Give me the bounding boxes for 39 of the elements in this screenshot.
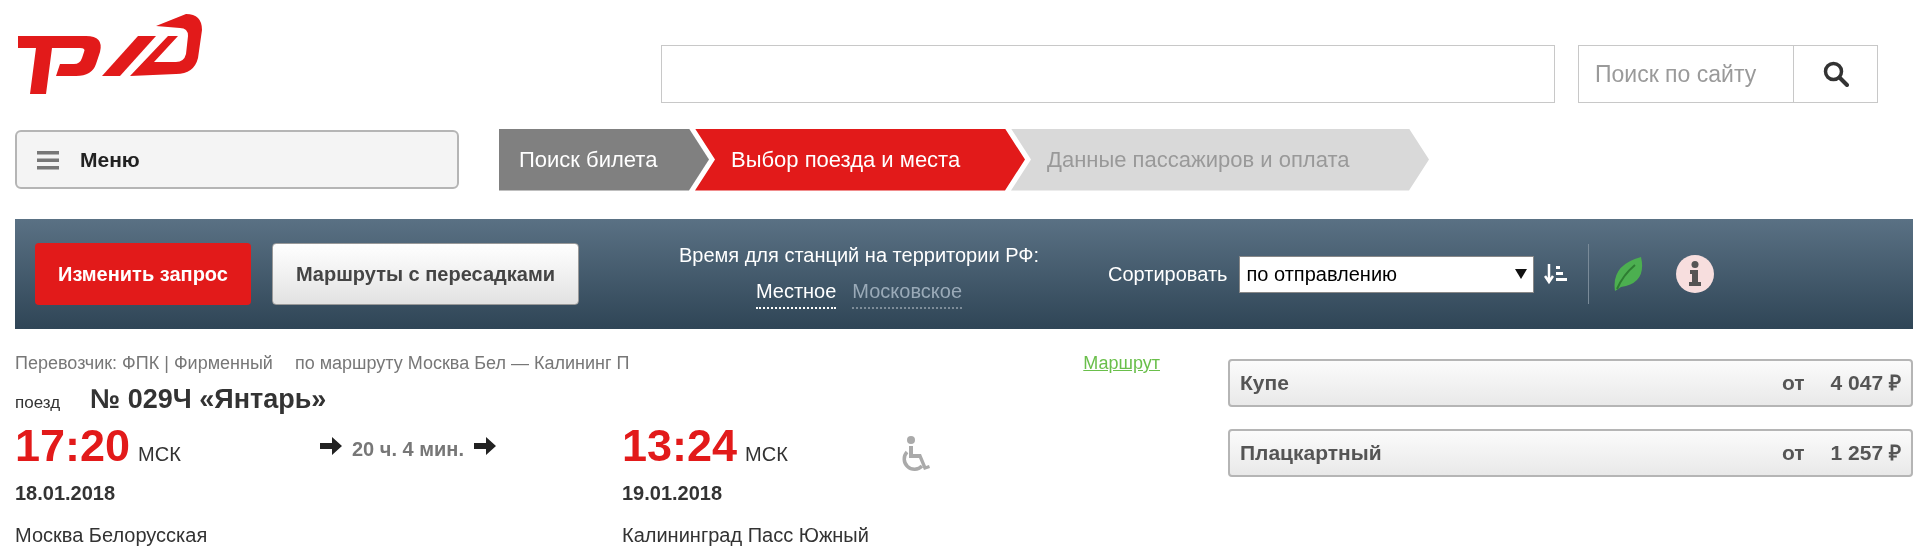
sort-select[interactable]: по отправлению	[1239, 255, 1535, 293]
time-text: 13:24	[622, 419, 738, 472]
fare-card[interactable]: Плацкартный от 1 257 ₽	[1228, 429, 1913, 477]
price-prefix: от	[1782, 440, 1805, 467]
station-text: Калининград Пасс Южный	[622, 522, 870, 548]
date-text: 19.01.2018	[622, 480, 724, 506]
info-icon[interactable]	[1675, 254, 1716, 294]
fare-card[interactable]: Купе от 4 047 ₽	[1228, 359, 1913, 407]
dropdown-arrow-icon	[1515, 269, 1528, 279]
train-label: поезд	[15, 392, 61, 414]
search-button[interactable]	[1794, 45, 1878, 103]
fare-class: Плацкартный	[1240, 440, 1382, 467]
site-search-field[interactable]: Поиск по сайту	[1578, 45, 1794, 103]
price-text: 4 047 ₽	[1830, 370, 1901, 397]
route-text: по маршруту Москва Бел — Калининг П	[294, 352, 630, 375]
search-field[interactable]	[661, 45, 1555, 103]
sort-label: Сортировать	[1108, 262, 1228, 287]
station-text: Москва Белорусская	[15, 522, 209, 548]
sort-order-icon[interactable]	[1544, 263, 1569, 285]
menu-icon	[37, 149, 59, 170]
timezone-text: МСК	[138, 441, 181, 467]
search-icon	[1822, 61, 1849, 87]
fare-class: Купе	[1240, 370, 1289, 397]
logo-icon[interactable]	[16, 14, 204, 94]
date-text: 18.01.2018	[15, 480, 117, 506]
price-prefix: от	[1782, 370, 1805, 397]
time-text: 17:20	[15, 419, 131, 472]
timezone-text: МСК	[745, 441, 788, 467]
time-label: Время для станций на территории РФ:	[678, 242, 1039, 268]
arrow-icon	[473, 436, 496, 455]
arrow-icon	[320, 436, 342, 455]
transfers-button[interactable]: Маршруты с пересадками	[271, 243, 579, 305]
time-option[interactable]: Местное	[755, 275, 837, 309]
price-text: 1 257 ₽	[1830, 440, 1901, 467]
menu-button[interactable]: Меню	[15, 130, 459, 189]
carrier-text: Перевозчик: ФПК | Фирменный	[15, 352, 273, 375]
change-query-button[interactable]: Изменить запрос	[35, 243, 251, 305]
train-name: № 029Ч «Янтарь»	[90, 383, 327, 416]
duration-text: 20 ч. 4 мин.	[352, 436, 464, 462]
